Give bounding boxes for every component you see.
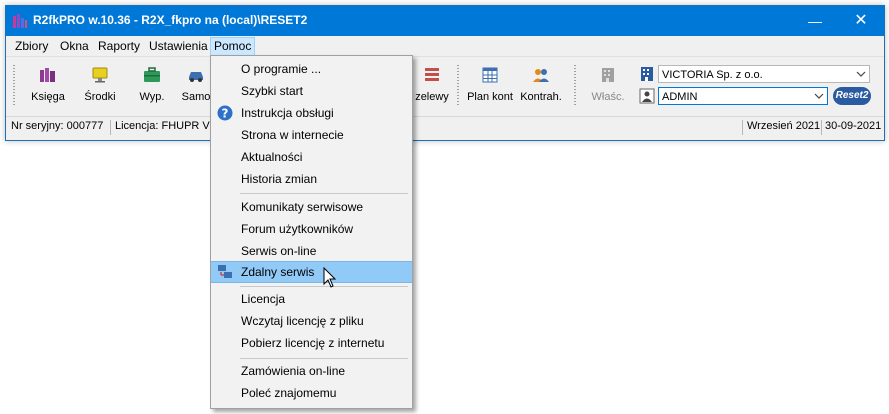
- menu-item-label: Komunikaty serwisowe: [241, 200, 364, 214]
- date-text: 30-09-2021: [825, 120, 882, 132]
- license-text: Licencja: FHUPR VIC: [115, 120, 221, 132]
- kontrah-button[interactable]: Kontrah.: [516, 57, 566, 115]
- title-bar[interactable]: R2fkPRO w.10.36 - R2X_fkpro na (local)\R…: [6, 6, 884, 36]
- ledger-icon: [425, 68, 439, 81]
- plan-kont-label: Plan kont: [467, 91, 513, 103]
- wlasc-button[interactable]: Właśc.: [584, 57, 632, 115]
- menu-item-komunikaty[interactable]: Komunikaty serwisowe: [211, 196, 412, 218]
- menu-item-label: Forum użytkowników: [241, 222, 354, 236]
- samochody-button[interactable]: Samo: [178, 57, 214, 115]
- przelewy-label: zelewy: [415, 91, 449, 103]
- menu-separator: [240, 358, 408, 359]
- menu-item-aktualnosci[interactable]: Aktualności: [211, 146, 412, 168]
- menu-okna[interactable]: Okna: [57, 38, 92, 55]
- help-icon: ?: [217, 105, 233, 121]
- help-menu-dropdown: O programie ... Szybki start ? Instrukcj…: [210, 55, 413, 409]
- menu-item-label: Aktualności: [241, 150, 303, 164]
- company-select-value: VICTORIA Sp. z o.o.: [662, 69, 763, 81]
- toolbar: Księga Środki Wyp. Samo zelewy Plan kont…: [6, 56, 884, 117]
- menu-item-pobierz-licencje[interactable]: Pobierz licencję z internetu: [211, 332, 412, 354]
- menu-item-instrukcja[interactable]: ? Instrukcja obsługi: [211, 102, 412, 124]
- briefcase-icon: [144, 67, 160, 82]
- ksiega-button[interactable]: Księga: [22, 57, 74, 115]
- company-select[interactable]: VICTORIA Sp. z o.o.: [658, 65, 870, 83]
- mouse-pointer-icon: [323, 267, 337, 288]
- menu-item-label: Licencja: [241, 292, 286, 306]
- menu-item-label: Historia zmian: [241, 172, 318, 186]
- status-bar: Nr seryjny: 000777 Licencja: FHUPR VIC W…: [6, 116, 884, 139]
- plan-kont-button[interactable]: Plan kont: [464, 57, 516, 115]
- close-button[interactable]: ✕: [838, 6, 884, 36]
- menu-item-label: Zamówienia on-line: [241, 364, 346, 378]
- chevron-down-icon[interactable]: [814, 91, 824, 101]
- user-select-value: ADMIN: [662, 91, 698, 103]
- chevron-down-icon[interactable]: [856, 69, 866, 79]
- menu-zbiory[interactable]: Zbiory: [12, 38, 51, 55]
- svg-text:?: ?: [222, 107, 229, 121]
- kontrah-label: Kontrah.: [520, 91, 562, 103]
- menu-item-label: Pobierz licencję z internetu: [241, 336, 385, 350]
- menu-ustawienia[interactable]: Ustawienia: [146, 38, 211, 55]
- reset2-logo-text: Reset2: [835, 90, 869, 101]
- wyp-label: Wyp.: [139, 91, 165, 103]
- grid-icon: [482, 67, 498, 83]
- menu-pomoc[interactable]: Pomoc: [210, 37, 256, 56]
- people-icon: [533, 69, 549, 82]
- status-divider: [821, 120, 822, 135]
- menu-item-forum[interactable]: Forum użytkowników: [211, 218, 412, 240]
- menu-separator: [240, 193, 408, 194]
- menu-item-o-programie[interactable]: O programie ...: [211, 58, 412, 80]
- menu-item-zamowienia[interactable]: Zamówienia on-line: [211, 360, 412, 382]
- menu-item-strona[interactable]: Strona w internecie: [211, 124, 412, 146]
- reset2-logo: Reset2: [833, 87, 871, 105]
- company-icon: [641, 67, 653, 81]
- app-icon: [13, 14, 27, 28]
- menu-item-label: Wczytaj licencję z pliku: [241, 314, 364, 328]
- menu-item-label: Instrukcja obsługi: [241, 106, 334, 120]
- wyp-button[interactable]: Wyp.: [126, 57, 178, 115]
- menu-item-polec[interactable]: Poleć znajomemu: [211, 382, 412, 404]
- status-divider: [742, 120, 743, 135]
- menu-item-label: Zdalny serwis: [241, 265, 315, 279]
- menu-item-label: Serwis on-line: [241, 244, 317, 258]
- menu-item-szybki-start[interactable]: Szybki start: [211, 80, 412, 102]
- toolbar-grip-3[interactable]: [574, 65, 576, 105]
- minimize-button[interactable]: —: [792, 6, 838, 36]
- menu-item-label: Szybki start: [241, 84, 304, 98]
- menu-item-zdalny-serwis[interactable]: Zdalny serwis: [211, 261, 412, 283]
- user-icon: [639, 88, 655, 104]
- ksiega-label: Księga: [31, 91, 65, 103]
- samochody-label: Samo: [181, 91, 211, 103]
- books-icon: [40, 68, 55, 82]
- menu-raporty[interactable]: Raporty: [95, 38, 143, 55]
- menu-item-licencja[interactable]: Licencja: [211, 288, 412, 310]
- toolbar-grip-2[interactable]: [457, 65, 459, 105]
- user-select[interactable]: ADMIN: [658, 87, 828, 105]
- monitor-icon: [92, 67, 108, 83]
- period-text: Wrzesień 2021: [747, 120, 821, 132]
- menu-item-serwis-online[interactable]: Serwis on-line: [211, 240, 412, 262]
- srodki-label: Środki: [84, 91, 116, 103]
- menu-item-wczytaj-licencje[interactable]: Wczytaj licencję z pliku: [211, 310, 412, 332]
- menu-item-label: Strona w internecie: [241, 128, 344, 142]
- menu-item-label: O programie ...: [241, 62, 322, 76]
- menu-item-label: Poleć znajomemu: [241, 386, 337, 400]
- window-title: R2fkPRO w.10.36 - R2X_fkpro na (local)\R…: [33, 13, 308, 27]
- building-icon: [602, 68, 614, 82]
- remote-service-icon: [218, 265, 232, 278]
- car-icon: [189, 72, 203, 82]
- przelewy-button[interactable]: zelewy: [411, 57, 453, 115]
- menu-item-historia[interactable]: Historia zmian: [211, 168, 412, 190]
- main-window: R2fkPRO w.10.36 - R2X_fkpro na (local)\R…: [5, 5, 885, 141]
- toolbar-grip[interactable]: [13, 65, 15, 105]
- menu-bar: Zbiory Okna Raporty Ustawienia Pomoc: [6, 36, 884, 56]
- wlasc-label: Właśc.: [591, 91, 625, 103]
- srodki-button[interactable]: Środki: [74, 57, 126, 115]
- serial-number: Nr seryjny: 000777: [11, 120, 104, 132]
- status-divider: [110, 120, 111, 135]
